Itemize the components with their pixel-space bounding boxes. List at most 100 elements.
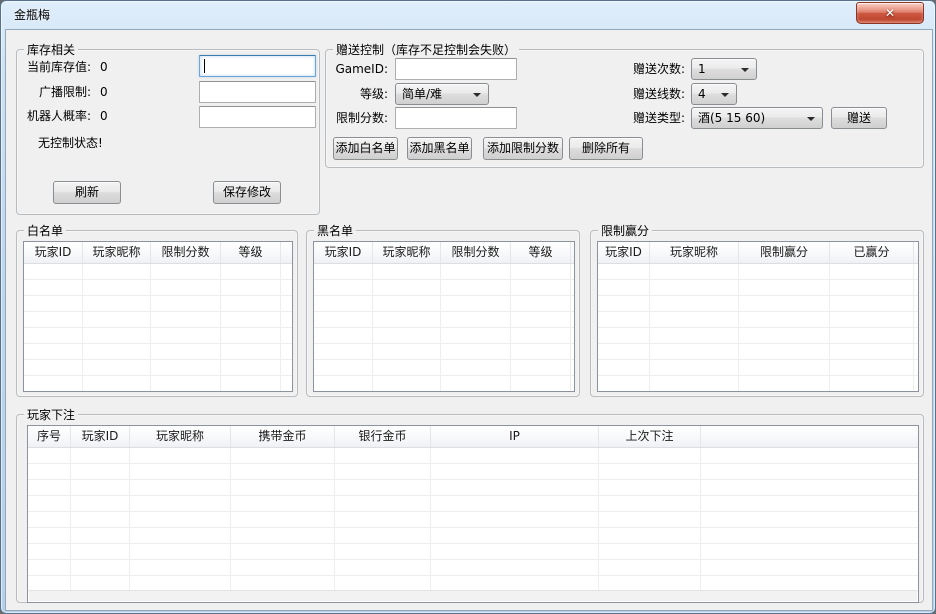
table-cell (598, 376, 650, 391)
gift-lines-selected-value: 4 (698, 87, 706, 102)
column-header[interactable]: 玩家昵称 (373, 242, 441, 263)
table-row (24, 376, 292, 392)
column-header[interactable]: 限制赢分 (739, 242, 830, 263)
gift-type-select[interactable]: 酒(5 15 60) (691, 107, 823, 129)
table-cell (441, 328, 511, 343)
table-cell (441, 344, 511, 359)
table-cell (231, 560, 335, 575)
gift-times-select[interactable]: 1 (691, 58, 757, 80)
table-cell (830, 312, 914, 327)
column-header[interactable]: 序号 (28, 426, 71, 447)
table-cell (335, 496, 431, 511)
table-cell (24, 296, 83, 311)
add-blacklist-button[interactable]: 添加黑名单 (407, 137, 472, 160)
table-cell (373, 280, 441, 295)
delete-all-button[interactable]: 删除所有 (569, 137, 643, 160)
column-header[interactable]: 银行金币 (335, 426, 431, 447)
column-header[interactable]: IP (431, 426, 599, 447)
level-selected-value: 简单/难 (402, 87, 442, 102)
table-cell (511, 312, 571, 327)
column-header[interactable]: 玩家ID (24, 242, 83, 263)
column-header[interactable]: 玩家昵称 (130, 426, 231, 447)
table-cell (130, 528, 231, 543)
table-cell (511, 344, 571, 359)
table-cell (130, 448, 231, 463)
table-cell (71, 448, 130, 463)
table-cell (739, 280, 830, 295)
table-cell (373, 376, 441, 391)
current-stock-input[interactable] (199, 55, 316, 77)
table-cell (83, 280, 151, 295)
table-cell (221, 280, 281, 295)
table-cell (314, 264, 373, 279)
column-header[interactable]: 等级 (221, 242, 281, 263)
robot-probability-value: 0 (100, 108, 108, 124)
table-cell (24, 344, 83, 359)
column-header[interactable]: 玩家ID (71, 426, 130, 447)
column-header[interactable]: 上次下注 (599, 426, 701, 447)
column-header[interactable]: 等级 (511, 242, 571, 263)
table-cell (441, 264, 511, 279)
table-cell (650, 264, 739, 279)
player-bets-group-title: 玩家下注 (24, 407, 78, 423)
column-header[interactable]: 玩家昵称 (83, 242, 151, 263)
table-row (314, 344, 574, 360)
limit-score-input[interactable] (395, 107, 517, 129)
column-header[interactable]: 已赢分 (830, 242, 914, 263)
broadcast-limit-input[interactable] (199, 81, 316, 103)
add-whitelist-button[interactable]: 添加白名单 (333, 137, 398, 160)
table-row (314, 360, 574, 376)
whitelist-group-title: 白名单 (24, 223, 66, 239)
table-header: 玩家ID玩家昵称限制分数等级 (24, 242, 292, 264)
blacklist-group: 黑名单 玩家ID玩家昵称限制分数等级 (306, 230, 580, 397)
table-body (598, 264, 918, 392)
table-cell (599, 464, 701, 479)
table-cell (71, 496, 130, 511)
column-header[interactable]: 玩家ID (314, 242, 373, 263)
robot-probability-input[interactable] (199, 106, 316, 128)
table-cell (221, 360, 281, 375)
table-cell (71, 480, 130, 495)
table-row (598, 376, 918, 392)
table-cell (650, 344, 739, 359)
level-label: 等级: (333, 86, 388, 102)
table-cell (314, 312, 373, 327)
table-cell (221, 296, 281, 311)
inventory-group-title: 库存相关 (24, 42, 78, 58)
table-cell (24, 360, 83, 375)
refresh-button[interactable]: 刷新 (53, 181, 121, 204)
table-cell (598, 264, 650, 279)
table-cell (151, 376, 221, 391)
close-button[interactable]: ✕ (856, 2, 924, 24)
table-cell (830, 376, 914, 391)
horizontal-scrollbar[interactable] (29, 590, 917, 601)
column-header[interactable]: 限制分数 (441, 242, 511, 263)
column-header-filler (281, 242, 292, 263)
blacklist-table: 玩家ID玩家昵称限制分数等级 (313, 241, 575, 392)
send-gift-button[interactable]: 赠送 (831, 107, 887, 129)
column-header[interactable]: 玩家ID (598, 242, 650, 263)
save-changes-button[interactable]: 保存修改 (213, 181, 281, 204)
chevron-down-icon (721, 93, 729, 97)
table-cell (71, 512, 130, 527)
table-cell (28, 576, 71, 591)
table-cell (28, 528, 71, 543)
column-header[interactable]: 携带金币 (231, 426, 335, 447)
table-cell (431, 480, 599, 495)
game-id-input[interactable] (395, 58, 517, 80)
table-cell (739, 312, 830, 327)
column-header[interactable]: 限制分数 (151, 242, 221, 263)
title-bar[interactable]: 金瓶梅 ✕ (1, 1, 935, 29)
table-row (28, 560, 918, 576)
gift-lines-select[interactable]: 4 (691, 83, 737, 105)
table-cell (221, 312, 281, 327)
level-select[interactable]: 简单/难 (395, 83, 489, 105)
column-header[interactable]: 玩家昵称 (650, 242, 739, 263)
add-limit-score-button[interactable]: 添加限制分数 (483, 137, 563, 160)
table-cell (431, 560, 599, 575)
table-cell (830, 344, 914, 359)
table-row (314, 328, 574, 344)
table-cell (739, 296, 830, 311)
table-row (24, 312, 292, 328)
table-cell (373, 328, 441, 343)
